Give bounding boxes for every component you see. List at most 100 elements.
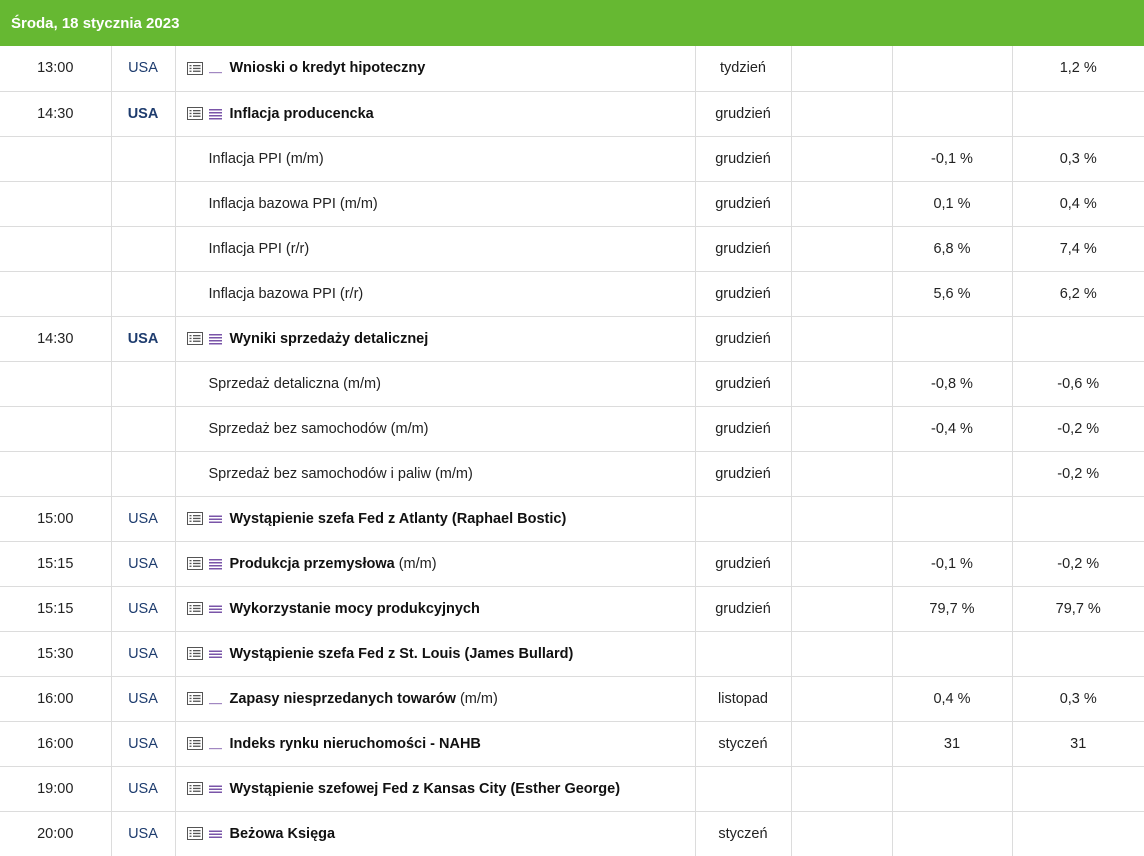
sub-indicator-name: Sprzedaż bez samochodów (m/m) [175,406,696,452]
sub-indicator-row: Sprzedaż bez samochodów i paliw (m/m) gru… [0,451,1144,497]
importance-high-icon [208,108,222,120]
previous-cell: 7,4 % [1012,226,1144,272]
sub-indicator-row: Inflacja PPI (m/m) grudzień -0,1 % 0,3 % [0,136,1144,182]
country-cell [111,226,176,272]
economic-calendar-table: 13:00 USA Wnioski o kredyt hipoteczny tydzi… [0,46,1144,856]
sub-indicator-row: Inflacja PPI (r/r) grudzień 6,8 % 7,4 % [0,226,1144,272]
period-cell: listopad [695,676,792,722]
event-row: 14:30 USA Wyniki sprzedaży detalicznej grud… [0,316,1144,362]
forecast-cell: 0,4 % [892,676,1013,722]
time-cell: 13:00 [0,46,112,92]
details-list-icon[interactable] [186,332,203,345]
event-cell: Wystąpienie szefowej Fed z Kansas City (… [175,766,696,812]
country-cell [111,271,176,317]
time-cell: 14:30 [0,91,112,137]
period-cell: grudzień [695,586,792,632]
details-list-icon[interactable] [186,602,203,615]
actual-cell [791,46,893,92]
country-cell: USA [111,316,176,362]
forecast-cell: -0,4 % [892,406,1013,452]
sub-indicator-row: Sprzedaż detaliczna (m/m) grudzień -0,8 % -… [0,361,1144,407]
time-cell: 14:30 [0,316,112,362]
event-cell: Produkcja przemysłowa (m/m) [175,541,696,587]
event-title[interactable]: Wnioski o kredyt hipoteczny [230,60,426,76]
previous-cell [1012,316,1144,362]
details-list-icon[interactable] [186,737,203,750]
period-cell: grudzień [695,91,792,137]
event-title[interactable]: Indeks rynku nieruchomości - NAHB [230,736,481,752]
country-cell: USA [111,766,176,812]
importance-medium-icon [208,783,222,795]
country-cell: USA [111,496,176,542]
previous-cell: -0,2 % [1012,406,1144,452]
country-cell: USA [111,721,176,767]
country-cell: USA [111,676,176,722]
event-title[interactable]: Zapasy niesprzedanych towarów [230,691,456,707]
actual-cell [791,496,893,542]
details-list-icon[interactable] [186,782,203,795]
sub-indicator-row: Sprzedaż bez samochodów (m/m) grudzień -0,… [0,406,1144,452]
sub-indicator-name: Sprzedaż detaliczna (m/m) [175,361,696,407]
forecast-cell [892,451,1013,497]
period-cell: grudzień [695,181,792,227]
event-cell: Wystąpienie szefa Fed z St. Louis (James… [175,631,696,677]
forecast-cell: 5,6 % [892,271,1013,317]
time-cell: 15:00 [0,496,112,542]
event-row: 13:00 USA Wnioski o kredyt hipoteczny tydzi… [0,46,1144,92]
event-title[interactable]: Wystąpienie szefa Fed z St. Louis (James… [230,646,574,662]
event-cell: Wykorzystanie mocy produkcyjnych [175,586,696,632]
event-title[interactable]: Wystąpienie szefowej Fed z Kansas City (… [230,781,621,797]
event-cell: Wystąpienie szefa Fed z Atlanty (Raphael… [175,496,696,542]
forecast-cell: -0,1 % [892,136,1013,182]
event-title[interactable]: Beżowa Księga [230,826,336,842]
event-row: 20:00 USA Beżowa Księga styczeń [0,811,1144,856]
details-list-icon[interactable] [186,827,203,840]
country-cell [111,406,176,452]
importance-high-icon [208,558,222,570]
event-title[interactable]: Inflacja producencka [230,106,374,122]
event-cell: Inflacja producencka [175,91,696,137]
previous-cell: 0,3 % [1012,136,1144,182]
details-list-icon[interactable] [186,107,203,120]
event-row: 15:15 USA Produkcja przemysłowa (m/m) grudzi… [0,541,1144,587]
forecast-cell [892,631,1013,677]
time-cell [0,181,112,227]
details-list-icon[interactable] [186,692,203,705]
country-cell: USA [111,46,176,92]
previous-cell [1012,91,1144,137]
period-cell [695,496,792,542]
country-cell [111,136,176,182]
actual-cell [791,766,893,812]
previous-cell: 1,2 % [1012,46,1144,92]
sub-indicator-name: Sprzedaż bez samochodów i paliw (m/m) [175,451,696,497]
event-title[interactable]: Wystąpienie szefa Fed z Atlanty (Raphael… [230,511,567,527]
event-title[interactable]: Wyniki sprzedaży detalicznej [230,331,429,347]
time-cell: 15:15 [0,586,112,632]
period-cell: grudzień [695,316,792,362]
actual-cell [791,361,893,407]
actual-cell [791,406,893,452]
time-cell: 15:30 [0,631,112,677]
event-unit: (m/m) [398,555,437,572]
previous-cell [1012,766,1144,812]
time-cell: 19:00 [0,766,112,812]
event-title[interactable]: Produkcja przemysłowa [230,556,395,572]
actual-cell [791,811,893,856]
actual-cell [791,631,893,677]
importance-medium-icon [208,513,222,525]
event-row: 14:30 USA Inflacja producencka grudzień [0,91,1144,137]
details-list-icon[interactable] [186,61,203,75]
event-title[interactable]: Wykorzystanie mocy produkcyjnych [230,601,480,617]
actual-cell [791,586,893,632]
date-header-label: Środa, 18 stycznia 2023 [11,14,180,32]
previous-cell: 31 [1012,721,1144,767]
details-list-icon[interactable] [186,647,203,660]
importance-medium-icon [208,603,222,615]
period-cell: grudzień [695,541,792,587]
sub-indicator-name: Inflacja PPI (m/m) [175,136,696,182]
time-cell [0,361,112,407]
details-list-icon[interactable] [186,512,203,525]
details-list-icon[interactable] [186,557,203,570]
previous-cell: -0,6 % [1012,361,1144,407]
event-row: 15:30 USA Wystąpienie szefa Fed z St. Loui… [0,631,1144,677]
